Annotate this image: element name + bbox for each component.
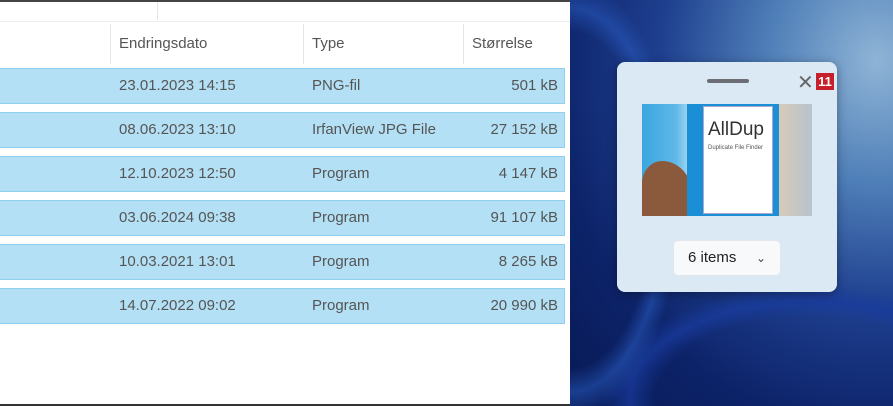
cell-size: 4 147 kB [498, 165, 558, 182]
cell-type: Program [312, 165, 370, 182]
box-front: AllDup Duplicate File Finder [703, 106, 773, 214]
drag-handle[interactable] [707, 79, 749, 83]
alldup-box-image: AllDup Duplicate File Finder [687, 104, 779, 216]
file-row[interactable]: 14.07.2022 09:02 Program 20 990 kB [0, 288, 565, 324]
column-type[interactable]: Type [303, 24, 463, 64]
cell-date: 12.10.2023 12:50 [119, 165, 236, 182]
file-row[interactable]: 12.10.2023 12:50 Program 4 147 kB [0, 156, 565, 192]
file-explorer: Endringsdato Type Størrelse 23.01.2023 1… [0, 0, 570, 406]
cell-date: 10.03.2021 13:01 [119, 253, 236, 270]
cell-date: 14.07.2022 09:02 [119, 297, 236, 314]
cell-date: 03.06.2024 09:38 [119, 209, 236, 226]
chevron-down-icon: ⌄ [755, 251, 766, 265]
cell-size: 501 kB [511, 77, 558, 94]
file-row[interactable]: 03.06.2024 09:38 Program 91 107 kB [0, 200, 565, 236]
cell-type: PNG-fil [312, 77, 361, 94]
toolbar [0, 2, 570, 22]
items-thumbnail: AllDup Duplicate File Finder [642, 104, 812, 216]
column-date[interactable]: Endringsdato [110, 24, 303, 64]
cell-date: 08.06.2023 13:10 [119, 121, 236, 138]
cell-type: IrfanView JPG File [312, 121, 436, 138]
cell-size: 8 265 kB [498, 253, 558, 270]
cell-size: 91 107 kB [490, 209, 558, 226]
items-label: 6 items [688, 249, 737, 266]
file-row[interactable]: 23.01.2023 14:15 PNG-fil 501 kB [0, 68, 565, 104]
close-icon[interactable]: ✕ [797, 70, 814, 95]
file-row[interactable]: 08.06.2023 13:10 IrfanView JPG File 27 152… [0, 112, 565, 148]
items-dropdown[interactable]: 6 items ⌄ [673, 240, 781, 276]
cell-type: Program [312, 253, 370, 270]
cell-type: Program [312, 209, 370, 226]
photo-rock [642, 161, 692, 216]
thumb-logo: AllDup [708, 119, 764, 140]
divider [157, 2, 158, 20]
cell-date: 23.01.2023 14:15 [119, 77, 236, 94]
cell-size: 20 990 kB [490, 297, 558, 314]
step-badge: 11 [816, 73, 834, 90]
cell-type: Program [312, 297, 370, 314]
column-header: Endringsdato Type Størrelse [0, 24, 570, 64]
column-size[interactable]: Størrelse [463, 24, 570, 64]
cell-size: 27 152 kB [490, 121, 558, 138]
thumb-subtitle: Duplicate File Finder [708, 145, 764, 151]
share-popup: ✕ 11 AllDup Duplicate File Finder 6 items… [617, 62, 837, 292]
file-row[interactable]: 10.03.2021 13:01 Program 8 265 kB [0, 244, 565, 280]
